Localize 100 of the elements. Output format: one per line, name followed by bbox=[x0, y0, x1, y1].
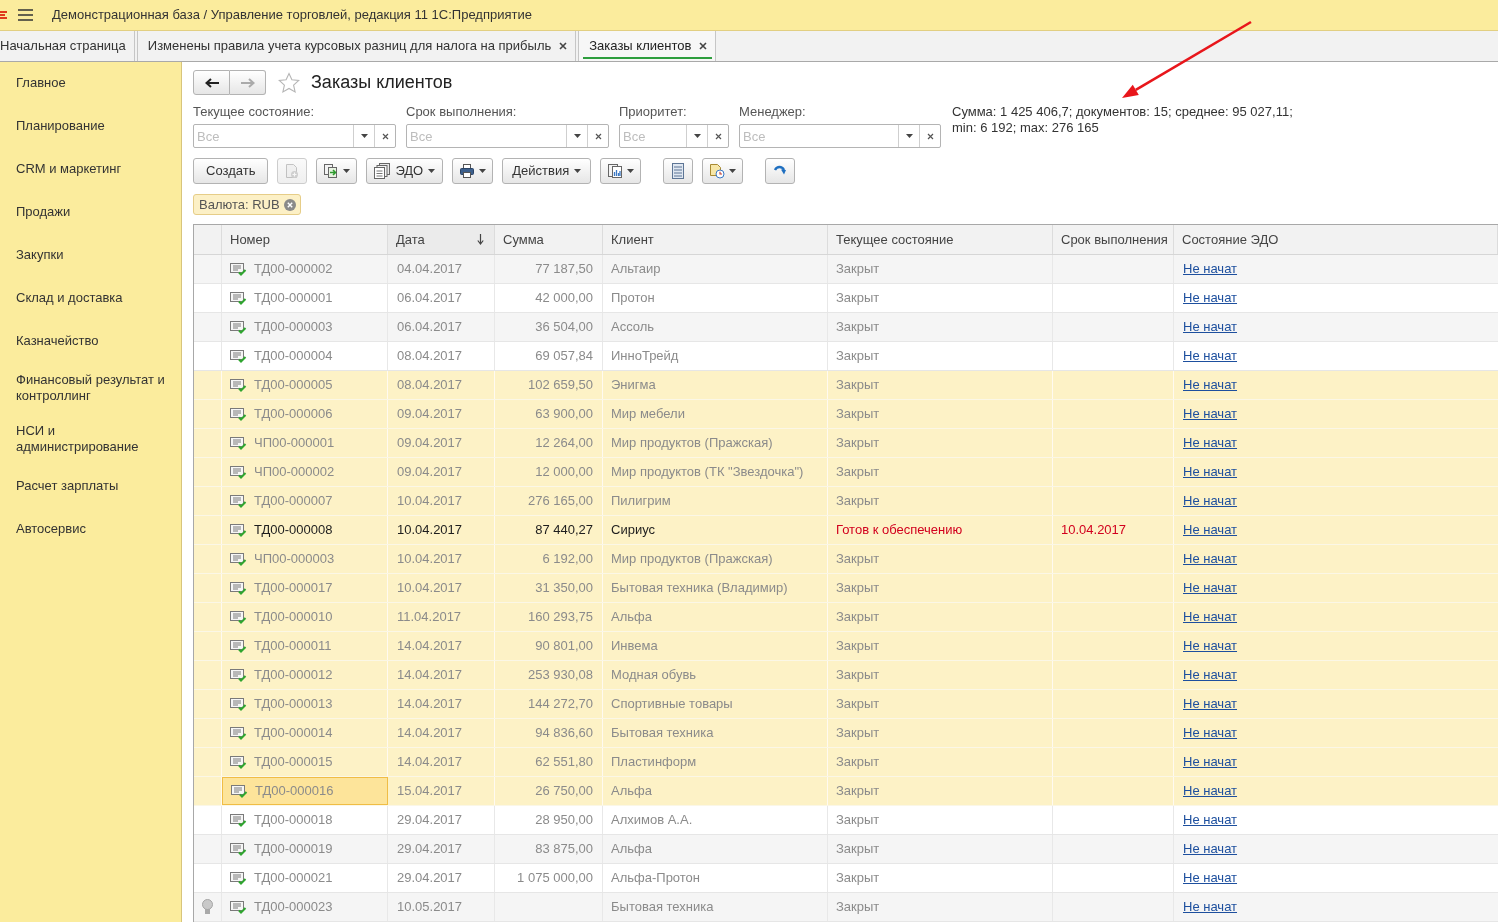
table-row[interactable]: ТД00-000018 29.04.2017 28 950,00 Алхимов А.А. Закрыт Не начат bbox=[194, 806, 1498, 835]
table-row[interactable]: ЧП00-000001 09.04.2017 12 264,00 Мир продуктов (Пражская) Закрыт Не начат bbox=[194, 429, 1498, 458]
tab[interactable]: Начальная страница bbox=[0, 31, 135, 61]
caret-icon bbox=[343, 169, 351, 173]
column-header[interactable]: Дата bbox=[388, 225, 495, 254]
column-header[interactable]: Клиент bbox=[603, 225, 828, 254]
document-number: ТД00-000007 bbox=[254, 492, 333, 511]
filter-input[interactable]: Все bbox=[740, 125, 898, 147]
tab[interactable]: Изменены правила учета курсовых разниц для налога на прибыль bbox=[136, 31, 577, 61]
table-row[interactable]: ТД00-000012 14.04.2017 253 930,08 Модная обувь Закрыт Не начат bbox=[194, 661, 1498, 690]
table-row[interactable]: ТД00-000017 10.04.2017 31 350,00 Бытовая техника (Владимир) Закрыт Не начат bbox=[194, 574, 1498, 603]
column-header[interactable]: Сумма bbox=[495, 225, 603, 254]
sidebar-item[interactable]: НСИ и администрирование bbox=[0, 414, 181, 465]
edo-status-link[interactable]: Не начат bbox=[1183, 404, 1238, 424]
edo-status-link[interactable]: Не начат bbox=[1183, 433, 1238, 453]
edo-status-link[interactable]: Не начат bbox=[1183, 491, 1238, 511]
table-cell: Закрыт bbox=[828, 661, 1053, 689]
table-cell: 09.04.2017 bbox=[388, 458, 495, 486]
sidebar-item[interactable]: Финансовый результат и контроллинг bbox=[0, 363, 181, 414]
sidebar-item[interactable]: Закупки bbox=[0, 234, 181, 277]
toolbar-icon-button[interactable] bbox=[316, 158, 358, 184]
filter-input[interactable]: Все bbox=[194, 125, 353, 147]
edo-status-link[interactable]: Не начат bbox=[1183, 520, 1238, 540]
combo-field[interactable]: Все bbox=[406, 124, 609, 148]
back-button[interactable] bbox=[193, 70, 230, 95]
edo-status-link[interactable]: Не начат bbox=[1183, 578, 1238, 598]
toolbar-icon-button[interactable] bbox=[452, 158, 494, 184]
edo-status-link[interactable]: Не начат bbox=[1183, 839, 1238, 859]
edo-status-link[interactable]: Не начат bbox=[1183, 897, 1238, 917]
table-row[interactable]: ТД00-000007 10.04.2017 276 165,00 Пилигрим Закрыт Не начат bbox=[194, 487, 1498, 516]
sidebar-item[interactable]: Главное bbox=[0, 62, 181, 105]
edo-status-link[interactable]: Не начат bbox=[1183, 752, 1238, 772]
remove-icon[interactable] bbox=[283, 198, 296, 211]
sidebar-item[interactable]: CRM и маркетинг bbox=[0, 148, 181, 191]
table-row[interactable]: ТД00-000005 08.04.2017 102 659,50 Энигма Закрыт Не начат bbox=[194, 371, 1498, 400]
table-row[interactable]: ТД00-000019 29.04.2017 83 875,00 Альфа Закрыт Не начат bbox=[194, 835, 1498, 864]
column-header[interactable]: Текущее состояние bbox=[828, 225, 1053, 254]
toolbar-icon-button[interactable] bbox=[663, 158, 694, 184]
edo-status-link[interactable]: Не начат bbox=[1183, 868, 1238, 888]
table-row[interactable]: ТД00-000016 15.04.2017 26 750,00 Альфа Закрыт Не начат bbox=[194, 777, 1498, 806]
table-row[interactable]: ТД00-000008 10.04.2017 87 440,27 Сириус Готов к обеспечению 10.04.2017 Не начат bbox=[194, 516, 1498, 545]
combo-field[interactable]: Все bbox=[739, 124, 941, 148]
combo-field[interactable]: Все bbox=[193, 124, 396, 148]
filter-label: Срок выполнения: bbox=[406, 104, 518, 120]
toolbar-button[interactable]: ЭДО bbox=[366, 158, 444, 184]
table-cell: Энигма bbox=[603, 371, 828, 399]
edo-status-link[interactable]: Не начат bbox=[1183, 723, 1238, 743]
table-row[interactable]: ТД00-000023 10.05.2017 Бытовая техника Закрыт Не начат bbox=[194, 893, 1498, 922]
filter-tag[interactable]: Валюта: RUB bbox=[193, 194, 301, 215]
filter-input[interactable]: Все bbox=[407, 125, 566, 147]
sidebar-item[interactable]: Планирование bbox=[0, 105, 181, 148]
edo-status-link[interactable]: Не начат bbox=[1183, 288, 1238, 308]
edo-status-link[interactable]: Не начат bbox=[1183, 694, 1238, 714]
sidebar-item[interactable]: Автосервис bbox=[0, 508, 181, 551]
table-row[interactable]: ТД00-000010 11.04.2017 160 293,75 Альфа Закрыт Не начат bbox=[194, 603, 1498, 632]
table-row[interactable]: ТД00-000003 06.04.2017 36 504,00 Ассоль Закрыт Не начат bbox=[194, 313, 1498, 342]
sidebar-item[interactable]: Казначейство bbox=[0, 320, 181, 363]
star-icon[interactable] bbox=[278, 71, 300, 94]
toolbar-button[interactable]: Действия bbox=[502, 158, 592, 184]
table-row[interactable]: ТД00-000001 06.04.2017 42 000,00 Протон Закрыт Не начат bbox=[194, 284, 1498, 313]
table-cell: 77 187,50 bbox=[495, 255, 603, 283]
sidebar-item[interactable]: Продажи bbox=[0, 191, 181, 234]
close-tab-icon[interactable] bbox=[699, 42, 708, 50]
edo-status-link[interactable]: Не начат bbox=[1183, 781, 1238, 801]
combo-field[interactable]: Все bbox=[619, 124, 729, 148]
table-row[interactable]: ТД00-000006 09.04.2017 63 900,00 Мир мебели Закрыт Не начат bbox=[194, 400, 1498, 429]
toolbar-icon-button[interactable] bbox=[765, 158, 796, 184]
edo-status-link[interactable]: Не начат bbox=[1183, 665, 1238, 685]
edo-status-link[interactable]: Не начат bbox=[1183, 636, 1238, 656]
edo-status-link[interactable]: Не начат bbox=[1183, 346, 1238, 366]
edo-status-link[interactable]: Не начат bbox=[1183, 607, 1238, 627]
caret-icon bbox=[479, 169, 487, 173]
sidebar-item[interactable]: Склад и доставка bbox=[0, 277, 181, 320]
table-row[interactable]: ТД00-000011 14.04.2017 90 801,00 Инвема Закрыт Не начат bbox=[194, 632, 1498, 661]
toolbar-icon-button[interactable] bbox=[600, 158, 642, 184]
close-tab-icon[interactable] bbox=[559, 42, 568, 50]
document-number: ТД00-000003 bbox=[254, 318, 333, 337]
table-row[interactable]: ТД00-000021 29.04.2017 1 075 000,00 Альфа-Протон Закрыт Не начат bbox=[194, 864, 1498, 893]
edo-status-link[interactable]: Не начат bbox=[1183, 810, 1238, 830]
sidebar-item[interactable]: Расчет зарплаты bbox=[0, 465, 181, 508]
edo-status-link[interactable]: Не начат bbox=[1183, 375, 1238, 395]
table-row[interactable]: ТД00-000014 14.04.2017 94 836,60 Бытовая техника Закрыт Не начат bbox=[194, 719, 1498, 748]
tab[interactable]: Заказы клиентов bbox=[578, 31, 717, 61]
table-row[interactable]: ЧП00-000003 10.04.2017 6 192,00 Мир продуктов (Пражская) Закрыт Не начат bbox=[194, 545, 1498, 574]
toolbar-button[interactable]: Создать bbox=[193, 158, 269, 184]
table-row[interactable]: ТД00-000002 04.04.2017 77 187,50 Альтаир Закрыт Не начат bbox=[194, 255, 1498, 284]
table-cell: 63 900,00 bbox=[495, 400, 603, 428]
table-cell: Модная обувь bbox=[603, 661, 828, 689]
edo-status-link[interactable]: Не начат bbox=[1183, 462, 1238, 482]
table-row[interactable]: ЧП00-000002 09.04.2017 12 000,00 Мир продуктов (ТК "Звездочка") Закрыт Не начат bbox=[194, 458, 1498, 487]
menu-button[interactable] bbox=[17, 8, 33, 22]
column-header[interactable]: Срок выполнения bbox=[1053, 225, 1174, 254]
table-row[interactable]: ТД00-000015 14.04.2017 62 551,80 Пластинформ Закрыт Не начат bbox=[194, 748, 1498, 777]
table-row[interactable]: ТД00-000013 14.04.2017 144 272,70 Спортивные товары Закрыт Не начат bbox=[194, 690, 1498, 719]
edo-status-link[interactable]: Не начат bbox=[1183, 317, 1238, 337]
column-header[interactable]: Состояние ЭДО bbox=[1174, 225, 1498, 254]
edo-status-link[interactable]: Не начат bbox=[1183, 259, 1238, 279]
filter-input[interactable]: Все bbox=[620, 125, 686, 147]
table-row[interactable]: ТД00-000004 08.04.2017 69 057,84 ИнноТрейд Закрыт Не начат bbox=[194, 342, 1498, 371]
edo-status-link[interactable]: Не начат bbox=[1183, 549, 1238, 569]
